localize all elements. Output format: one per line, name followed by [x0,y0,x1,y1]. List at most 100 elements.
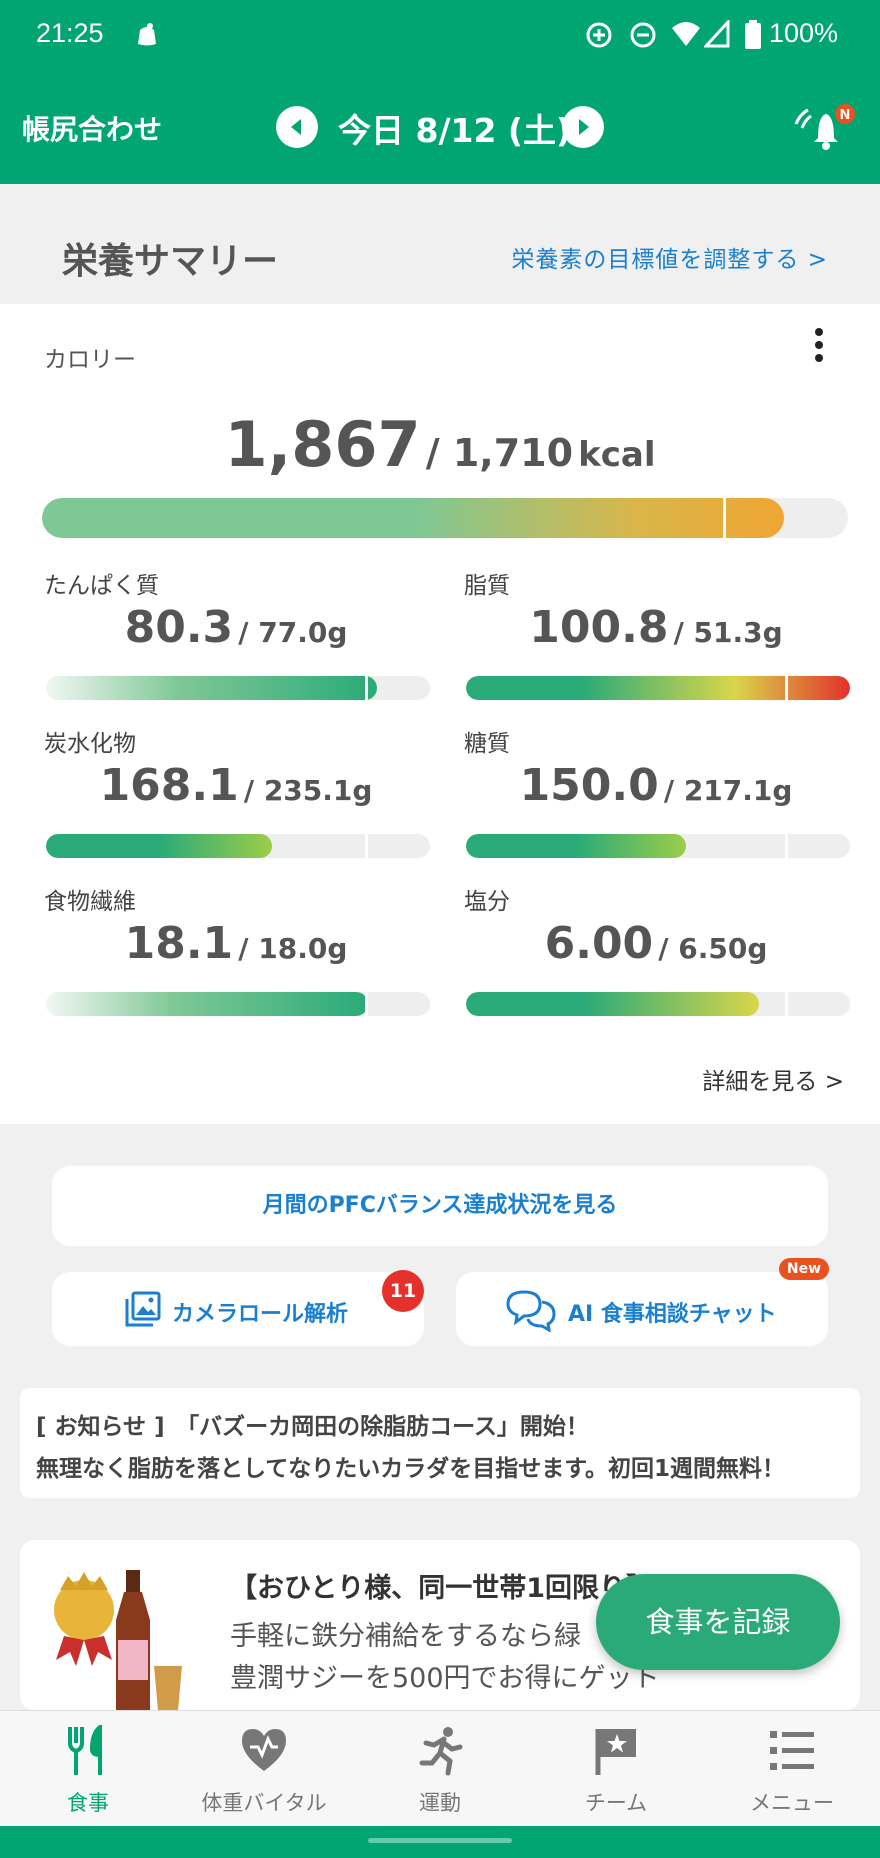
running-icon [419,1727,463,1776]
nutrient-values: 100.8 / 51.3g [466,602,846,653]
nutrient-goal-marker [364,676,368,700]
adjust-targets-link[interactable]: 栄養素の目標値を調整する > [511,240,828,274]
nutrient-target: / 18.0g [238,932,348,965]
nutrient-progress-fill [466,676,850,700]
more-dot-icon [815,328,823,336]
notification-badge: N [840,108,851,123]
calorie-unit: kcal [578,435,656,475]
nav-weight-vital[interactable]: 体重バイタル [176,1711,352,1827]
nutrient-progress-fill [46,676,378,700]
previous-day-button[interactable] [276,106,318,148]
chevron-left-icon [291,119,301,135]
notification-button[interactable]: N [794,102,858,156]
nav-exercise-label: 運動 [419,1791,461,1815]
nav-exercise[interactable]: 運動 [352,1711,528,1827]
calorie-label: カロリー [44,347,136,373]
nutrient-label: 食物繊維 [44,889,136,915]
camera-roll-count-badge: 11 [382,1270,424,1312]
nutrient-values: 80.3 / 77.0g [46,602,426,653]
promo-headline: 【おひとり様、同一世帯1回限り】 [230,1573,653,1604]
calorie-target: / 1,710 [425,431,574,475]
calorie-goal-marker [723,498,727,538]
nav-team-label: チーム [584,1791,648,1815]
nav-team[interactable]: チーム [528,1711,704,1827]
more-dot-icon [815,354,823,362]
notice-title: [ お知らせ ] 「バズーカ岡田の除脂肪コース」開始！ [36,1414,589,1440]
battery-icon [745,20,761,49]
ai-chat-label: AI 食事相談チャット [568,1302,777,1327]
nav-menu-label: メニュー [750,1791,834,1815]
data-saver-icon [586,22,612,48]
flag-icon [595,1729,636,1775]
status-time: 21:25 [36,18,104,48]
nutrient-target: / 51.3g [673,616,783,649]
pfc-balance-button[interactable]: 月間のPFCバランス達成状況を見る [52,1166,828,1246]
nutrient-goal-marker [364,834,368,858]
details-link[interactable]: 詳細を見る > [702,1062,844,1096]
nutrient-value: 18.1 [124,918,234,969]
nutrient-label: 塩分 [464,889,510,915]
chat-bubbles-icon [506,1290,556,1332]
nutrient-label: 糖質 [464,731,510,757]
bottom-navigation: 食事 体重バイタル 運動 チーム メニュー [0,1710,880,1826]
promo-line-2: 手軽に鉄分補給をするなら緑 [230,1621,581,1652]
nav-weight-vital-label: 体重バイタル [201,1791,327,1815]
ai-chat-button[interactable]: AI 食事相談チャット [456,1272,828,1346]
nutrient-goal-marker [784,992,788,1016]
nutrient-value: 80.3 [124,602,234,653]
nutrient-progress-bar [46,676,430,700]
fork-knife-icon [68,1725,102,1775]
nutrient-progress-bar [466,676,850,700]
calorie-value: 1,867 [224,408,421,481]
record-meal-button[interactable]: 食事を記録 [596,1574,840,1670]
nutrient-goal-marker [784,676,788,700]
notice-body: 無理なく脂肪を落としてなりたいカラダを目指せます。初回1週間無料！ [36,1456,786,1482]
new-badge: New [779,1258,829,1280]
nutrient-values: 150.0 / 217.1g [466,760,846,811]
nav-meal[interactable]: 食事 [0,1711,176,1827]
camera-roll-button[interactable]: カメラロール解析 [52,1272,424,1346]
gallery-icon [125,1291,161,1327]
cell-signal-icon [704,20,730,48]
nutrient-progress-fill [46,834,273,858]
ledger-button[interactable]: 帳尻合わせ [22,108,162,148]
chevron-right-icon [579,119,589,135]
nutrient-goal-marker [364,992,368,1016]
nutrient-label: たんぱく質 [44,573,159,599]
nutrient-progress-bar [466,992,850,1016]
calorie-values: 1,867 / 1,710 kcal [0,408,880,481]
wifi-icon [672,22,700,46]
nutrient-progress-bar [46,834,430,858]
current-date[interactable]: 今日 8/12 (土) [338,104,571,152]
app-notification-icon [138,23,156,46]
more-dot-icon [815,341,823,349]
product-image [54,1570,182,1710]
nutrient-values: 18.1 / 18.0g [46,918,426,969]
nutrient-target: / 6.50g [658,932,768,965]
nutrient-value: 100.8 [529,602,669,653]
bell-icon: N [794,104,855,150]
nutrient-target: / 77.0g [238,616,348,649]
promo-line-3: 豊潤サジーを500円でお得にゲット [230,1663,660,1694]
nutrient-target: / 217.1g [663,774,793,807]
menu-list-icon [770,1731,814,1770]
nutrient-progress-fill [466,992,760,1016]
do-not-disturb-icon [630,22,656,48]
calorie-progress-bar [42,498,848,538]
battery-percent: 100% [768,18,838,48]
nutrient-value: 150.0 [519,760,659,811]
next-day-button[interactable] [562,106,604,148]
calorie-progress-fill [42,498,785,538]
nutrient-progress-bar [466,834,850,858]
more-options-button[interactable] [812,328,826,368]
notice-banner[interactable]: [ お知らせ ] 「バズーカ岡田の除脂肪コース」開始！ 無理なく脂肪を落としてな… [20,1388,860,1498]
nav-meal-label: 食事 [67,1791,109,1815]
nutrient-value: 6.00 [544,918,654,969]
nav-menu[interactable]: メニュー [704,1711,880,1827]
nutrient-goal-marker [784,834,788,858]
nutrient-target: / 235.1g [243,774,373,807]
status-bar: 21:25 100% [0,0,880,72]
gesture-handle[interactable] [368,1838,512,1843]
nutrient-values: 6.00 / 6.50g [466,918,846,969]
nutrient-progress-bar [46,992,430,1016]
